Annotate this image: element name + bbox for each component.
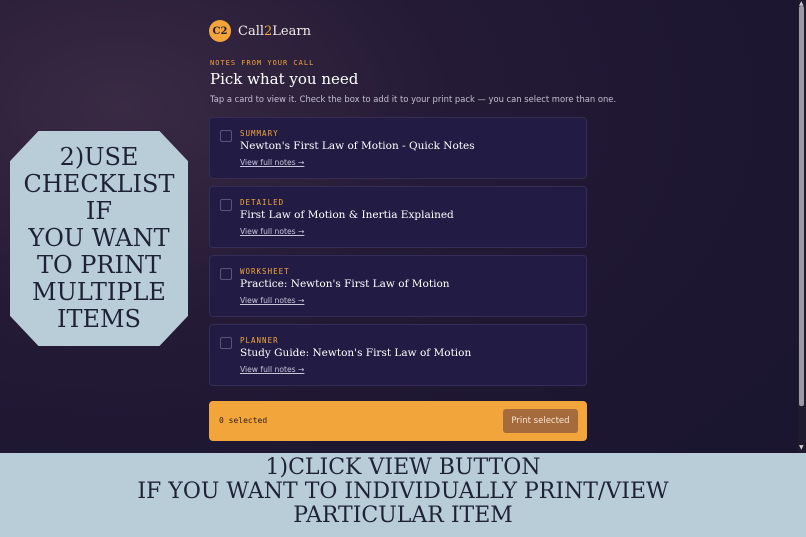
page-subtitle: Tap a card to view it. Check the box to … xyxy=(210,94,617,104)
select-checkbox[interactable] xyxy=(220,268,232,280)
logo-badge-icon: C2 xyxy=(209,20,231,42)
instruction-line: PARTICULAR ITEM xyxy=(293,503,513,528)
app-name-part1: Call xyxy=(238,23,265,39)
instruction-line: ITEMS xyxy=(56,305,141,333)
scroll-down-arrow-icon[interactable]: ▼ xyxy=(799,444,804,451)
scrollbar-thumb[interactable] xyxy=(799,6,804,406)
note-card-summary[interactable]: SUMMARY Newton's First Law of Motion - Q… xyxy=(209,117,587,179)
instruction-overlay-view: 1)CLICK VIEW BUTTON IF YOU WANT TO INDIV… xyxy=(0,453,806,537)
card-title: Newton's First Law of Motion - Quick Not… xyxy=(240,140,475,152)
app-logo: C2 Call2Learn xyxy=(209,20,311,42)
select-checkbox[interactable] xyxy=(220,337,232,349)
selected-count: 0 selected xyxy=(219,416,268,425)
section-eyebrow: NOTES FROM YOUR CALL xyxy=(210,59,315,67)
card-tag: SUMMARY xyxy=(240,129,279,138)
instruction-line: YOU WANT xyxy=(28,224,170,252)
instruction-text: 2)USE CHECKLIST IF YOU WANT TO PRINT MUL… xyxy=(24,144,175,333)
instruction-line: CHECKLIST xyxy=(23,170,175,198)
card-tag: PLANNER xyxy=(240,336,279,345)
instruction-line: IF YOU WANT TO INDIVIDUALLY PRINT/VIEW xyxy=(137,479,669,504)
select-checkbox[interactable] xyxy=(220,130,232,142)
instruction-line: 2)USE xyxy=(59,143,139,171)
card-tag: WORKSHEET xyxy=(240,267,290,276)
view-full-notes-link[interactable]: View full notes → xyxy=(240,365,304,374)
instruction-line: MULTIPLE xyxy=(32,278,166,306)
app-name-part2: Learn xyxy=(272,23,311,39)
page-title: Pick what you need xyxy=(210,70,359,88)
instruction-line: TO PRINT xyxy=(36,251,161,279)
note-card-planner[interactable]: PLANNER Study Guide: Newton's First Law … xyxy=(209,324,587,386)
note-card-detailed[interactable]: DETAILED First Law of Motion & Inertia E… xyxy=(209,186,587,248)
instruction-line: IF xyxy=(85,197,113,225)
app-name: Call2Learn xyxy=(238,24,311,39)
instruction-overlay-checklist: 2)USE CHECKLIST IF YOU WANT TO PRINT MUL… xyxy=(10,131,188,346)
vertical-scrollbar[interactable]: ▲ ▼ xyxy=(798,0,806,453)
card-title: Study Guide: Newton's First Law of Motio… xyxy=(240,347,472,359)
note-card-worksheet[interactable]: WORKSHEET Practice: Newton's First Law o… xyxy=(209,255,587,317)
view-full-notes-link[interactable]: View full notes → xyxy=(240,158,304,167)
card-title: First Law of Motion & Inertia Explained xyxy=(240,209,454,221)
card-title: Practice: Newton's First Law of Motion xyxy=(240,278,450,290)
view-full-notes-link[interactable]: View full notes → xyxy=(240,227,304,236)
card-tag: DETAILED xyxy=(240,198,285,207)
print-bar: 0 selected Print selected xyxy=(209,401,587,441)
print-selected-button[interactable]: Print selected xyxy=(503,409,578,433)
view-full-notes-link[interactable]: View full notes → xyxy=(240,296,304,305)
select-checkbox[interactable] xyxy=(220,199,232,211)
instruction-line: 1)CLICK VIEW BUTTON xyxy=(265,455,541,480)
